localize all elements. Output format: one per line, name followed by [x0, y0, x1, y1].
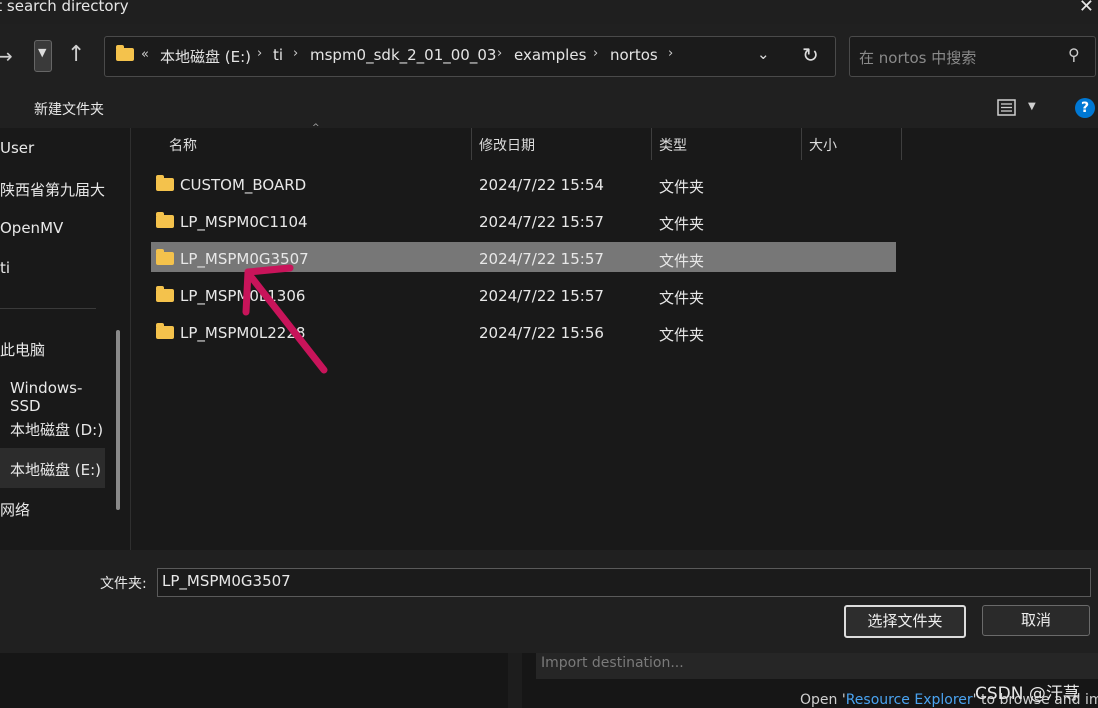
folder-icon	[116, 45, 134, 61]
import-destination-placeholder: Import destination...	[541, 655, 684, 671]
chevron-down-icon[interactable]: ⌄	[757, 45, 770, 63]
folder-icon	[156, 212, 174, 228]
cancel-button[interactable]: 取消	[982, 605, 1090, 636]
hint-prefix: Open '	[800, 692, 846, 708]
chevron-down-icon: ▼	[38, 46, 47, 59]
file-date: 2024/7/22 15:57	[479, 250, 604, 268]
file-type: 文件夹	[659, 289, 705, 307]
sidebar-item-windows-ssd[interactable]: Windows-SSD	[10, 379, 105, 415]
sidebar-item-this-pc[interactable]: 此电脑	[0, 339, 45, 360]
column-header-name[interactable]: 名称	[169, 135, 197, 155]
file-date: 2024/7/22 15:57	[479, 287, 604, 305]
title-bar: ct search directory ✕	[0, 0, 1098, 24]
file-type: 文件夹	[659, 326, 705, 344]
select-folder-button[interactable]: 选择文件夹	[844, 605, 966, 638]
breadcrumb-examples[interactable]: examples	[514, 46, 586, 64]
sort-ascending-icon: ^	[312, 123, 320, 133]
column-header-size[interactable]: 大小	[809, 135, 837, 155]
folder-icon	[156, 249, 174, 265]
breadcrumb-sdk[interactable]: mspm0_sdk_2_01_00_03	[310, 46, 496, 64]
breadcrumb-nortos[interactable]: nortos	[610, 46, 658, 64]
sidebar-divider	[0, 308, 96, 309]
folder-icon	[156, 286, 174, 302]
sidebar-item-openmv[interactable]: OpenMV	[0, 219, 63, 237]
sidebar-item-user[interactable]: User	[0, 139, 34, 157]
folder-icon	[156, 323, 174, 339]
file-date: 2024/7/22 15:54	[479, 176, 604, 194]
file-name[interactable]: LP_MSPM0L2228	[180, 324, 305, 342]
sidebar-item-drive-e[interactable]: 本地磁盘 (E:)	[10, 459, 101, 480]
column-divider[interactable]	[651, 128, 652, 160]
search-icon[interactable]: ⚲	[1068, 45, 1080, 64]
recent-locations-dropdown[interactable]: ▼	[34, 40, 52, 72]
column-divider[interactable]	[471, 128, 472, 160]
file-date: 2024/7/22 15:56	[479, 324, 604, 342]
file-name[interactable]: LP_MSPM0L1306	[180, 287, 305, 305]
chevron-right-icon[interactable]: ›	[668, 46, 673, 61]
folder-field-label: 文件夹:	[100, 576, 147, 592]
refresh-icon[interactable]: ↻	[802, 43, 819, 67]
file-name[interactable]: LP_MSPM0G3507	[180, 250, 309, 268]
search-input[interactable]: 在 nortos 中搜索 ⚲	[849, 36, 1096, 77]
chevron-right-icon[interactable]: ›	[293, 46, 298, 61]
view-options-button[interactable]	[996, 98, 1018, 118]
search-placeholder: 在 nortos 中搜索	[859, 49, 977, 67]
breadcrumb-drive-e[interactable]: 本地磁盘 (E:)	[160, 46, 251, 67]
folder-icon	[156, 175, 174, 191]
column-divider[interactable]	[901, 128, 902, 160]
breadcrumb-overflow[interactable]: «	[141, 47, 149, 62]
column-header-type[interactable]: 类型	[659, 135, 687, 155]
folder-name-field[interactable]: LP_MSPM0G3507	[157, 568, 1091, 597]
file-type: 文件夹	[659, 215, 705, 233]
watermark: CSDN @汗荨	[975, 684, 1080, 704]
close-icon[interactable]: ✕	[1079, 0, 1094, 17]
file-type: 文件夹	[659, 252, 705, 270]
folder-name-value: LP_MSPM0G3507	[162, 572, 291, 590]
sidebar-item-network[interactable]: 网络	[0, 499, 30, 520]
new-folder-button[interactable]: 新建文件夹	[34, 99, 104, 119]
sidebar-item-drive-d[interactable]: 本地磁盘 (D:)	[10, 419, 103, 440]
file-name[interactable]: CUSTOM_BOARD	[180, 176, 306, 194]
command-toolbar	[0, 88, 1098, 128]
up-arrow-icon[interactable]: ↑	[67, 42, 85, 67]
help-icon[interactable]: ?	[1075, 98, 1095, 118]
file-date: 2024/7/22 15:57	[479, 213, 604, 231]
file-type: 文件夹	[659, 178, 705, 196]
chevron-down-icon[interactable]: ▼	[1028, 101, 1036, 112]
list-view-icon	[997, 99, 1016, 116]
forward-arrow-icon[interactable]: →	[0, 44, 13, 68]
import-destination-input[interactable]: Import destination...	[536, 653, 1098, 679]
chevron-right-icon[interactable]: ›	[497, 46, 502, 61]
sidebar-scrollbar[interactable]	[116, 330, 120, 510]
chevron-right-icon[interactable]: ›	[593, 46, 598, 61]
resource-explorer-link[interactable]: Resource Explorer	[846, 692, 973, 708]
column-header-date[interactable]: 修改日期	[479, 135, 535, 155]
background-divider	[508, 653, 522, 708]
sidebar-item-shaanxi[interactable]: 陕西省第九届大	[0, 179, 105, 200]
sidebar-item-ti[interactable]: ti	[0, 259, 10, 277]
column-divider[interactable]	[801, 128, 802, 160]
breadcrumb-ti[interactable]: ti	[273, 46, 283, 64]
chevron-right-icon[interactable]: ›	[257, 46, 262, 61]
window-title: ct search directory	[0, 0, 129, 15]
file-name[interactable]: LP_MSPM0C1104	[180, 213, 308, 231]
